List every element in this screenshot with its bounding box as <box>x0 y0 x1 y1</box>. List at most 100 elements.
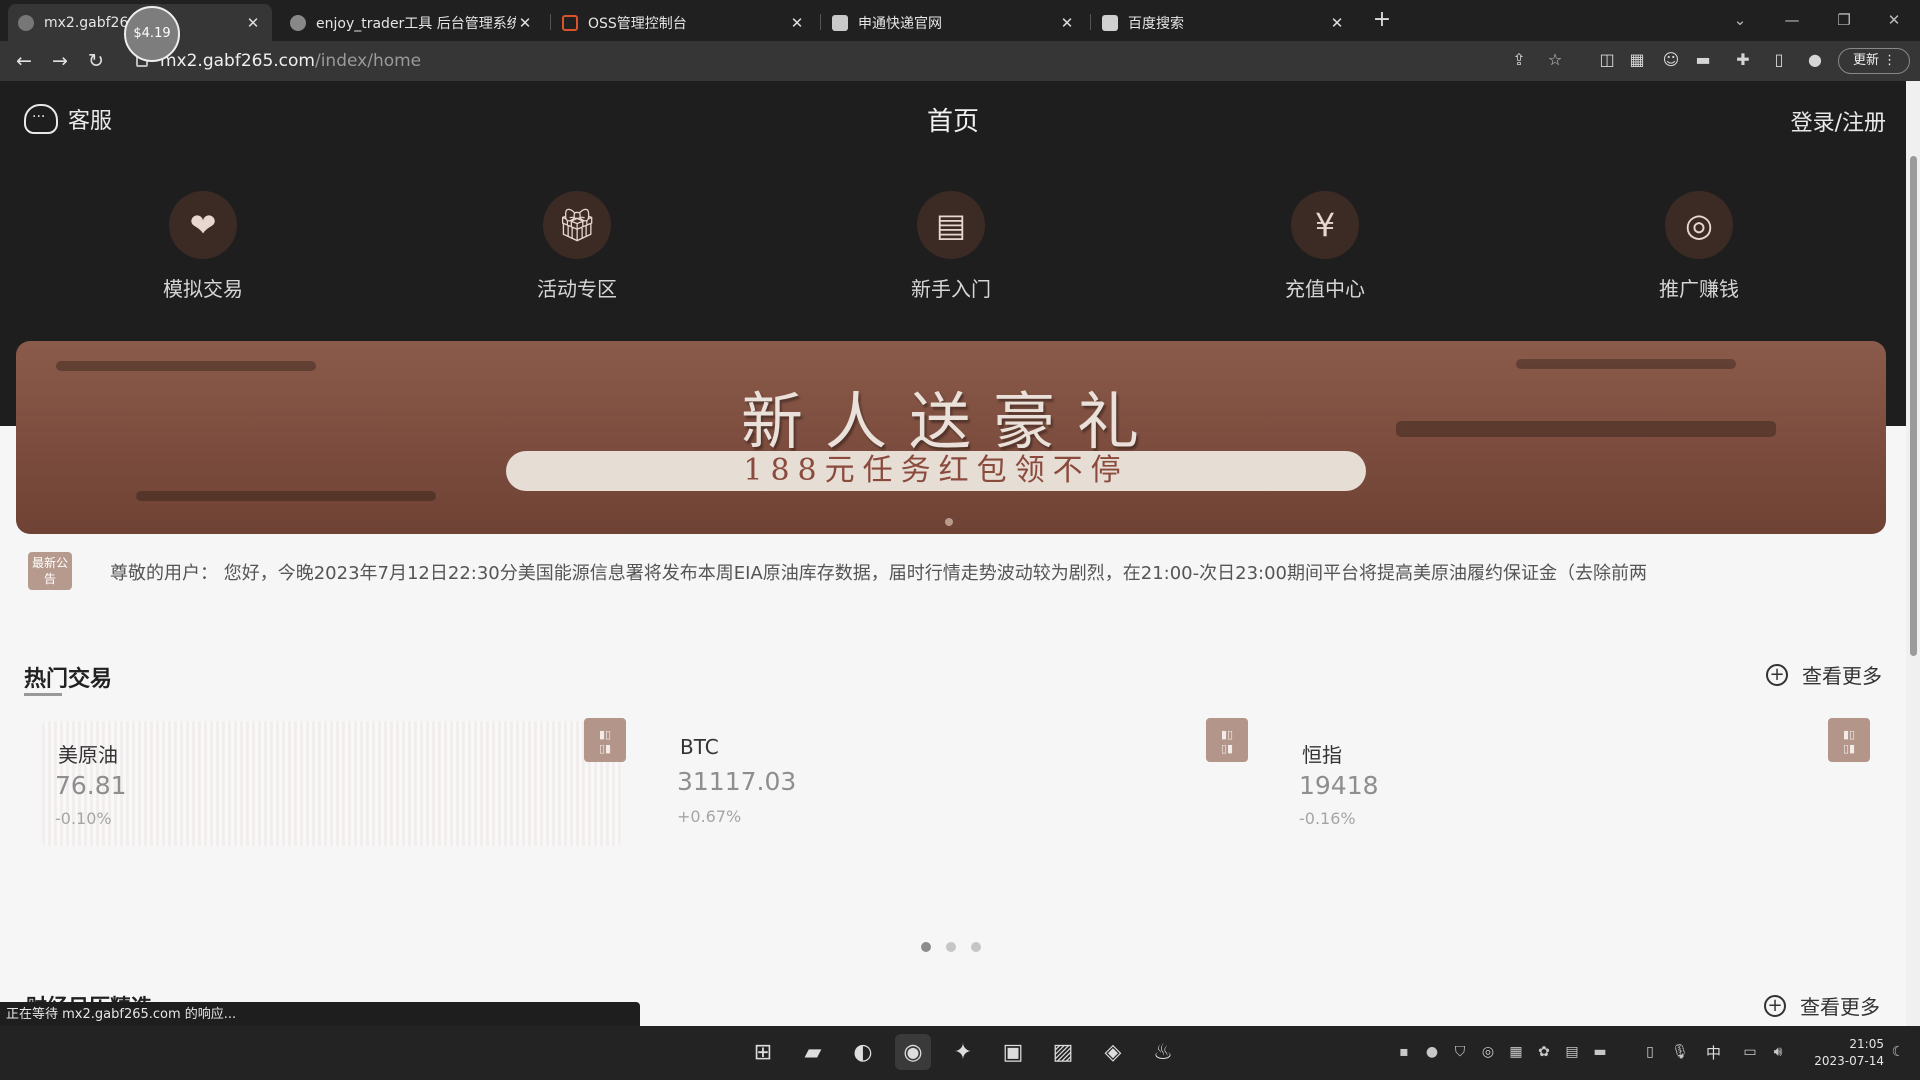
tab-sto-express[interactable]: 申通快递官网 ✕ <box>822 4 1086 41</box>
scrollbar-thumb[interactable] <box>1910 156 1917 656</box>
loading-status: 正在等待 mx2.gabf265.com 的响应... <box>0 1002 640 1028</box>
share-icon[interactable]: ⇪ <box>1508 49 1530 71</box>
tab-title: OSS管理控制台 <box>588 15 687 32</box>
volume-icon[interactable]: 🔊︎ <box>1768 1042 1788 1062</box>
update-button[interactable]: 更新 ⋮ <box>1838 48 1910 74</box>
minimize-button[interactable]: — <box>1772 6 1812 34</box>
bookmark-star-icon[interactable]: ☆ <box>1544 49 1566 71</box>
chrome-browser-icon[interactable]: ◉ <box>895 1034 931 1070</box>
file-explorer-icon[interactable]: ▰ <box>795 1034 831 1070</box>
update-label: 更新 <box>1853 53 1880 68</box>
gift-icon: 🎁︎ <box>543 191 611 259</box>
announcement-bar[interactable]: 最新公告 尊敬的用户： 您好，今晚2023年7月12日22:30分美国能源信息署… <box>0 541 1906 601</box>
market-name: 美原油 <box>58 743 118 767</box>
forward-icon[interactable]: → <box>46 47 74 75</box>
restore-button[interactable]: ❐ <box>1824 6 1864 34</box>
view-more-label: 查看更多 <box>1800 995 1880 1019</box>
app-game-icon[interactable]: ◈ <box>1095 1034 1131 1070</box>
tray-icon-5[interactable]: ✿ <box>1534 1042 1554 1062</box>
extensions-puzzle-icon[interactable]: ✚ <box>1732 49 1754 71</box>
quick-nav-activities[interactable]: 🎁︎ 活动专区 <box>477 191 677 302</box>
tab-divider <box>820 14 821 30</box>
tab-oss-console[interactable]: OSS管理控制台 ✕ <box>552 4 816 41</box>
profile-icon[interactable]: ● <box>1804 49 1826 71</box>
calendar-view-more[interactable]: + 查看更多 <box>1764 991 1880 1020</box>
page-scrollbar[interactable] <box>1906 81 1920 1026</box>
market-price: 19418 <box>1299 771 1379 800</box>
window-close-button[interactable]: ✕ <box>1874 6 1914 34</box>
login-register-link[interactable]: 登录/注册 <box>1791 105 1886 137</box>
extension-b-icon[interactable]: ▦ <box>1626 49 1648 71</box>
phone-icon[interactable]: ▯ <box>1640 1042 1660 1062</box>
market-card-btc[interactable]: BTC 31117.03 +0.67% ▮▯ ▯▮ <box>664 718 1248 846</box>
notification-moon-icon[interactable]: ☾ <box>1888 1042 1908 1062</box>
banner-indicator[interactable] <box>945 518 953 526</box>
edge-browser-icon[interactable]: ◐ <box>845 1034 881 1070</box>
banner-subtitle: 188元任务红包领不停 <box>506 451 1366 491</box>
promo-banner[interactable]: 新人送豪礼 188元任务红包领不停 <box>16 341 1886 534</box>
tab-baidu[interactable]: 百度搜索 ✕ <box>1092 4 1356 41</box>
tray-icon-2[interactable]: ● <box>1422 1042 1442 1062</box>
market-card-crude-oil[interactable]: 美原油 76.81 -0.10% ▮▯ ▯▮ <box>42 718 626 846</box>
ime-indicator[interactable]: 中 <box>1706 1042 1721 1063</box>
carousel-dot[interactable] <box>971 942 981 952</box>
tray-icon-4[interactable]: ▦ <box>1506 1042 1526 1062</box>
card-background <box>42 721 622 846</box>
hot-trading-view-more[interactable]: + 查看更多 <box>1766 660 1882 689</box>
browser-toolbar: ← → ↻ mx2.gabf265.com/index/home ⇪ ☆ ◫ ▦… <box>0 41 1920 81</box>
tray-icon-1[interactable]: ▪ <box>1394 1042 1414 1062</box>
shield-icon[interactable]: ⛉ <box>1450 1042 1470 1062</box>
windows-start-icon[interactable]: ⊞ <box>745 1034 781 1070</box>
app-box-icon[interactable]: ▣ <box>995 1034 1031 1070</box>
tray-icon-3[interactable]: ◎ <box>1478 1042 1498 1062</box>
tray-icon-7[interactable]: ▬ <box>1590 1042 1610 1062</box>
extension-c-icon[interactable]: ☺ <box>1660 49 1682 71</box>
close-icon[interactable]: ✕ <box>1058 14 1076 32</box>
app-bird-icon[interactable]: ✦ <box>945 1034 981 1070</box>
quick-nav-label: 新手入门 <box>911 277 991 301</box>
market-card-hang-seng[interactable]: 恒指 19418 -0.16% ▮▯ ▯▮ <box>1286 718 1870 846</box>
side-panel-icon[interactable]: ▯ <box>1768 49 1790 71</box>
extension-d-icon[interactable]: ▬ <box>1692 49 1714 71</box>
new-tab-button[interactable]: + <box>1368 6 1396 34</box>
reload-icon[interactable]: ↻ <box>82 47 110 75</box>
tab-enjoy-trader[interactable]: enjoy_trader工具 后台管理系统 ✕ <box>280 4 544 41</box>
quick-nav-referral[interactable]: ◎ 推广赚钱 <box>1599 191 1799 302</box>
java-icon[interactable]: ♨ <box>1145 1034 1181 1070</box>
quick-nav-beginners[interactable]: ▤ 新手入门 <box>851 191 1051 302</box>
photos-icon[interactable]: ▨ <box>1045 1034 1081 1070</box>
quick-nav-simulated-trading[interactable]: ❤ 模拟交易 <box>103 191 303 302</box>
url-path: /index/home <box>314 51 422 71</box>
quick-nav-label: 模拟交易 <box>163 277 243 301</box>
address-bar[interactable]: mx2.gabf265.com/index/home <box>128 46 1568 76</box>
globe-icon <box>18 14 34 31</box>
book-icon: ▤ <box>917 191 985 259</box>
tab-title: enjoy_trader工具 后台管理系统 <box>316 15 516 32</box>
handshake-heart-icon: ❤ <box>169 191 237 259</box>
tab-search-icon[interactable]: ⌄ <box>1720 6 1760 34</box>
globe-icon <box>290 14 306 31</box>
quick-nav-label: 活动专区 <box>537 277 617 301</box>
url-host: mx2.gabf265.com <box>160 51 315 71</box>
market-thumbnail-icon: ▮▯ ▯▮ <box>1828 718 1870 762</box>
tray-icon-6[interactable]: ▤ <box>1562 1042 1582 1062</box>
os-taskbar: ⊞ ▰ ◐ ◉ ✦ ▣ ▨ ◈ ♨ ▪ ● ⛉ ◎ ▦ ✿ ▤ ▬ ▯ 🎙︎ 中… <box>0 1026 1920 1080</box>
close-icon[interactable]: ✕ <box>788 14 806 32</box>
quick-nav-label: 推广赚钱 <box>1659 277 1739 301</box>
market-thumbnail-icon: ▮▯ ▯▮ <box>1206 718 1248 762</box>
tab-title: 申通快递官网 <box>858 15 942 32</box>
system-clock[interactable]: 21:05 2023-07-14 <box>1800 1036 1884 1070</box>
close-icon[interactable]: ✕ <box>244 14 262 32</box>
back-icon[interactable]: ← <box>10 47 38 75</box>
close-icon[interactable]: ✕ <box>1328 14 1346 32</box>
banner-title: 新人送豪礼 <box>740 385 1161 458</box>
carousel-dot[interactable] <box>921 942 931 952</box>
close-icon[interactable]: ✕ <box>516 14 534 32</box>
extension-a-icon[interactable]: ◫ <box>1596 49 1618 71</box>
quick-nav-recharge[interactable]: ¥ 充值中心 <box>1225 191 1425 302</box>
announcement-icon: 最新公告 <box>28 552 72 590</box>
microphone-icon[interactable]: 🎙︎ <box>1670 1042 1690 1062</box>
clock-time: 21:05 <box>1849 1037 1884 1051</box>
carousel-dot[interactable] <box>946 942 956 952</box>
network-icon[interactable]: ▭ <box>1740 1042 1760 1062</box>
